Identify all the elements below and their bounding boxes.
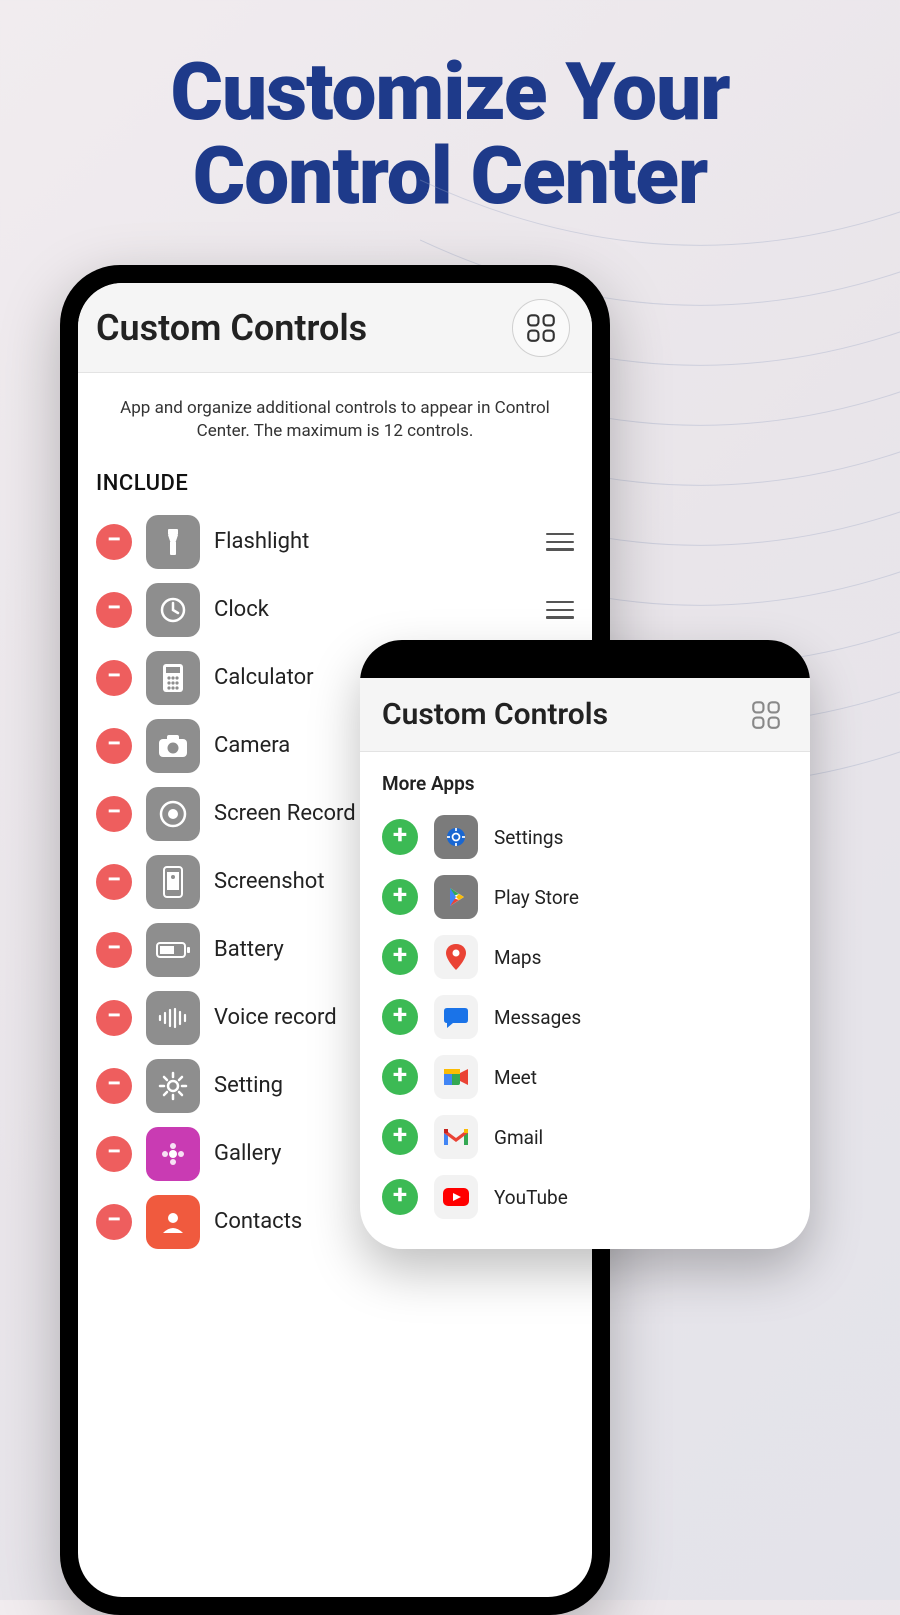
add-button[interactable]: + (382, 999, 418, 1035)
screen-description: App and organize additional controls to … (78, 373, 592, 461)
headline-line1: Customize Your (170, 45, 729, 139)
card-header: Custom Controls (360, 678, 810, 752)
add-button[interactable]: + (382, 939, 418, 975)
include-section-label: INCLUDE (78, 461, 592, 508)
remove-button[interactable]: − (96, 864, 132, 900)
screenshot-icon (146, 855, 200, 909)
remove-button[interactable]: − (96, 1204, 132, 1240)
promo-headline: Customize Your Control Center (0, 0, 900, 248)
app-row-meet[interactable]: + Meet (374, 1047, 796, 1107)
clock-icon (146, 583, 200, 637)
row-label: Settings (494, 826, 788, 849)
row-label: Gmail (494, 1126, 788, 1149)
more-apps-card: Custom Controls More Apps + Settings + P… (360, 640, 810, 1249)
remove-button[interactable]: − (96, 728, 132, 764)
row-label: Maps (494, 946, 788, 969)
screen-header: Custom Controls (78, 283, 592, 373)
drag-handle[interactable] (546, 601, 574, 619)
remove-button[interactable]: − (96, 524, 132, 560)
remove-button[interactable]: − (96, 796, 132, 832)
more-apps-label: More Apps (374, 766, 796, 807)
grid-icon (524, 311, 558, 345)
row-label: Play Store (494, 886, 788, 909)
row-label: Flashlight (214, 529, 532, 554)
app-row-youtube[interactable]: + YouTube (374, 1167, 796, 1227)
grid-view-button[interactable] (512, 299, 570, 357)
row-label: Meet (494, 1066, 788, 1089)
card-notch (360, 640, 810, 678)
remove-button[interactable]: − (96, 1000, 132, 1036)
card-title: Custom Controls (382, 697, 608, 732)
screen-title: Custom Controls (96, 307, 367, 349)
app-row-gmail[interactable]: + Gmail (374, 1107, 796, 1167)
screen-record-icon (146, 787, 200, 841)
settings-app-icon (434, 815, 478, 859)
battery-icon (146, 923, 200, 977)
messages-icon (434, 995, 478, 1039)
camera-icon (146, 719, 200, 773)
app-row-messages[interactable]: + Messages (374, 987, 796, 1047)
app-row-play-store[interactable]: + Play Store (374, 867, 796, 927)
row-label: Messages (494, 1006, 788, 1029)
remove-button[interactable]: − (96, 1068, 132, 1104)
row-label: Clock (214, 597, 532, 622)
control-row-clock[interactable]: − Clock (78, 576, 592, 644)
remove-button[interactable]: − (96, 660, 132, 696)
grid-icon (749, 698, 783, 732)
play-store-icon (434, 875, 478, 919)
add-button[interactable]: + (382, 1059, 418, 1095)
row-label: YouTube (494, 1186, 788, 1209)
maps-icon (434, 935, 478, 979)
drag-handle[interactable] (546, 533, 574, 551)
control-row-flashlight[interactable]: − Flashlight (78, 508, 592, 576)
meet-icon (434, 1055, 478, 1099)
app-row-settings[interactable]: + Settings (374, 807, 796, 867)
app-row-maps[interactable]: + Maps (374, 927, 796, 987)
gallery-icon (146, 1127, 200, 1181)
calculator-icon (146, 651, 200, 705)
headline-line2: Control Center (193, 129, 708, 223)
remove-button[interactable]: − (96, 1136, 132, 1172)
youtube-icon (434, 1175, 478, 1219)
grid-view-button[interactable] (742, 691, 790, 739)
settings-gear-icon (146, 1059, 200, 1113)
add-button[interactable]: + (382, 819, 418, 855)
add-button[interactable]: + (382, 1179, 418, 1215)
remove-button[interactable]: − (96, 932, 132, 968)
add-button[interactable]: + (382, 1119, 418, 1155)
card-body: More Apps + Settings + Play Store + Maps… (360, 752, 810, 1249)
gmail-icon (434, 1115, 478, 1159)
add-button[interactable]: + (382, 879, 418, 915)
remove-button[interactable]: − (96, 592, 132, 628)
flashlight-icon (146, 515, 200, 569)
contacts-icon (146, 1195, 200, 1249)
voice-record-icon (146, 991, 200, 1045)
